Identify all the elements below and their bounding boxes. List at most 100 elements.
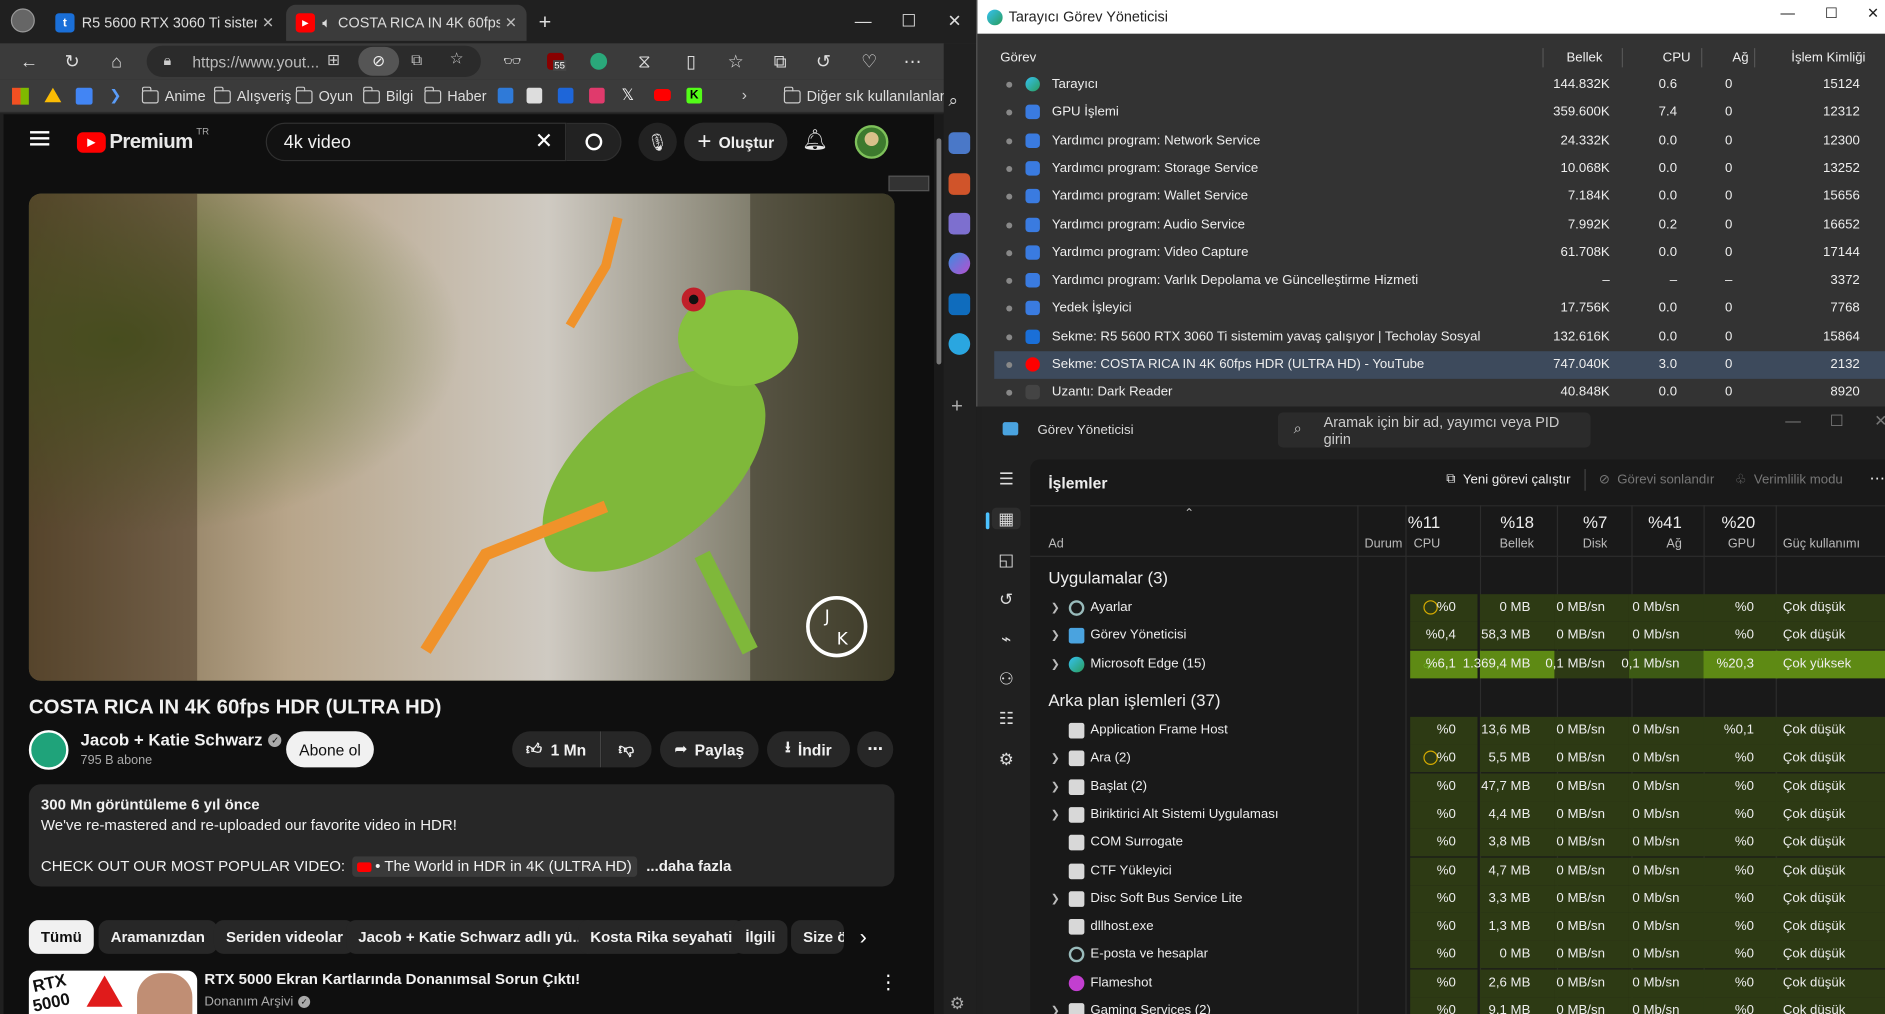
- process-row[interactable]: ❯ Disc Soft Bus Service Lite %0 3,3 MB 0 MB/…: [1030, 885, 1885, 913]
- sidebar-settings-icon[interactable]: ⚙︎: [950, 994, 965, 1014]
- create-button[interactable]: + Oluştur: [684, 122, 788, 162]
- col-network[interactable]: Ağ: [1610, 536, 1681, 550]
- process-row[interactable]: Application Frame Host %0 13,6 MB 0 MB/sn 0 …: [1030, 716, 1885, 745]
- video-player[interactable]: J K: [28, 193, 895, 681]
- favorite-folder-haber[interactable]: Haber: [423, 85, 487, 107]
- col-disk[interactable]: Disk: [1535, 536, 1608, 550]
- rec-menu-icon[interactable]: ⋮: [879, 971, 898, 995]
- drive-icon[interactable]: [44, 87, 62, 103]
- bookmark-icon-2[interactable]: [526, 87, 543, 104]
- btm-process-row[interactable]: Yardımcı program: Wallet Service 7.184K 0.…: [994, 183, 1885, 211]
- expand-chevron-icon[interactable]: ❯: [1051, 780, 1060, 793]
- expand-chevron-icon[interactable]: ❯: [1051, 752, 1060, 765]
- btm-process-row[interactable]: Sekme: R5 5600 RTX 3060 Ti sistemim yava…: [994, 323, 1885, 351]
- address-bar[interactable]: 🔒︎ https://www.yout... ⊞ ⊘ ⧉ ☆: [146, 45, 481, 77]
- col-network[interactable]: Ağ: [1732, 51, 1748, 65]
- tm-maximize-icon[interactable]: ☐: [1830, 411, 1844, 430]
- btm-process-row[interactable]: Yardımcı program: Network Service 24.332K…: [994, 127, 1885, 155]
- favorite-star-icon[interactable]: ☆: [450, 49, 464, 68]
- telegram-icon[interactable]: [948, 333, 971, 355]
- profile-avatar[interactable]: [10, 8, 35, 33]
- bookmark-icon-1[interactable]: [497, 87, 514, 104]
- chip-from-search[interactable]: Aramanızdan: [98, 920, 217, 954]
- chip-channel[interactable]: Jacob + Katie Schwarz adlı yü...: [346, 920, 598, 954]
- page-scrollbar[interactable]: [934, 114, 944, 1014]
- col-gpu-percent[interactable]: %20: [1683, 512, 1756, 531]
- process-row[interactable]: ❯ Ara (2) %0 5,5 MB 0 MB/sn 0 Mb/sn %0 Çok düşü…: [1030, 744, 1885, 773]
- rec-thumbnail[interactable]: RTX 5000: [28, 970, 198, 1014]
- extension-green-icon[interactable]: [584, 48, 613, 74]
- description-box[interactable]: 300 Mn görüntüleme 6 yıl önce We've re-m…: [28, 784, 895, 887]
- outlook-icon[interactable]: [948, 293, 971, 316]
- speaker-icon[interactable]: 🔈︎: [322, 14, 331, 32]
- nav-startup-icon[interactable]: ⌁: [995, 628, 1017, 650]
- other-favorites-folder[interactable]: Diğer sık kullanılanlar: [783, 85, 945, 107]
- nav-performance-icon[interactable]: ◱: [995, 548, 1017, 570]
- channel-avatar[interactable]: [28, 730, 69, 770]
- group-apps[interactable]: Uygulamalar (3): [1048, 568, 1168, 587]
- btm-process-row[interactable]: Yardımcı program: Video Capture 61.708K 0.…: [994, 239, 1885, 267]
- group-background[interactable]: Arka plan işlemleri (37): [1048, 690, 1220, 709]
- expand-chevron-icon[interactable]: ❯: [1051, 657, 1060, 670]
- tab-youtube[interactable]: ▶ 🔈︎ COSTA RICA IN 4K 60fps HDR ✕: [286, 4, 527, 41]
- voice-search-button[interactable]: 🎙︎: [638, 122, 677, 162]
- col-disk-percent[interactable]: %7: [1535, 512, 1607, 531]
- windows-icon[interactable]: [12, 87, 29, 105]
- process-row[interactable]: ❯ Microsoft Edge (15) ♧ %6,1 1.369,4 MB 0,1 M…: [1030, 650, 1885, 678]
- channel-name[interactable]: Jacob + Katie Schwarz ✓: [81, 730, 282, 749]
- chip-all[interactable]: Tümü: [28, 920, 94, 954]
- rec-title[interactable]: RTX 5000 Ekran Kartlarında Donanımsal So…: [204, 971, 580, 988]
- col-gpu[interactable]: GPU: [1683, 536, 1755, 550]
- tm-search-input[interactable]: ⌕ Aramak için bir ad, yayımcı veya PID g…: [1277, 412, 1591, 448]
- nav-users-icon[interactable]: ⚇: [995, 668, 1017, 690]
- col-memory-percent[interactable]: %18: [1462, 512, 1534, 531]
- maximize-icon[interactable]: ☐: [885, 0, 933, 41]
- tm-close-icon[interactable]: ✕: [1874, 411, 1885, 430]
- col-pid[interactable]: İşlem Kimliği: [1791, 51, 1865, 65]
- youtube-bookmark-icon[interactable]: [653, 89, 671, 102]
- home-icon[interactable]: ⌂: [102, 48, 131, 74]
- col-memory[interactable]: Bellek: [1566, 51, 1602, 65]
- expand-chevron-icon[interactable]: ❯: [1051, 892, 1060, 905]
- col-memory[interactable]: Bellek: [1462, 536, 1534, 550]
- favorite-folder-alisveris[interactable]: Alışveriş: [213, 85, 291, 107]
- favorite-folder-bilgi[interactable]: Bilgi: [362, 85, 413, 107]
- process-row[interactable]: ❯ Gaming Services (2) %0 9,1 MB 0 MB/sn 0 Mb/…: [1030, 997, 1885, 1014]
- end-task-button[interactable]: ⊘ Görevi sonlandır: [1599, 471, 1714, 487]
- process-row[interactable]: ❯ Ayarlar %0 0 MB 0 MB/sn 0 Mb/sn %0 Çok düşük: [1030, 594, 1885, 622]
- dark-reader-icon[interactable]: 👓︎: [498, 48, 527, 74]
- btm-process-row[interactable]: Yardımcı program: Storage Service 10.068K…: [994, 155, 1885, 183]
- tracking-prevention-icon[interactable]: ⊘: [358, 46, 400, 76]
- new-tab-icon[interactable]: +: [539, 10, 552, 35]
- ublock-icon[interactable]: 55: [541, 48, 570, 74]
- col-network-percent[interactable]: %41: [1610, 512, 1682, 531]
- more-link[interactable]: ...daha fazla: [646, 856, 731, 876]
- bookmark-icon-3[interactable]: [557, 87, 574, 104]
- notifications-bell-icon[interactable]: 🔔︎: [802, 129, 828, 153]
- account-avatar[interactable]: [854, 125, 889, 159]
- search-sidebar-icon[interactable]: ⌕: [949, 90, 958, 110]
- btm-close-icon[interactable]: ✕: [1867, 5, 1879, 22]
- run-new-task-button[interactable]: ⧉ Yeni görevi çalıştır: [1446, 471, 1570, 487]
- kick-icon[interactable]: K: [686, 87, 703, 104]
- btm-process-row[interactable]: Yardımcı program: Audio Service 7.992K 0.2…: [994, 211, 1885, 239]
- tab-techolay[interactable]: t R5 5600 RTX 3060 Ti sistemim yav ✕: [46, 5, 284, 41]
- split-screen-icon[interactable]: ▯: [677, 48, 706, 74]
- nav-menu-icon[interactable]: ☰: [995, 468, 1017, 490]
- process-row[interactable]: ❯ Görev Yöneticisi %0,4 58,3 MB 0 MB/sn 0 Mb/…: [1030, 622, 1885, 650]
- grid-icon[interactable]: ⊞: [327, 51, 340, 70]
- close-tab-icon[interactable]: ✕: [262, 14, 274, 31]
- process-row[interactable]: dllhost.exe %0 1,3 MB 0 MB/sn 0 Mb/sn %0 Çok d…: [1030, 913, 1885, 941]
- close-tab-icon[interactable]: ✕: [505, 14, 517, 31]
- chip-for-you[interactable]: Size ö: [791, 920, 844, 954]
- chevron-right-icon[interactable]: ›: [742, 85, 747, 103]
- translate-icon[interactable]: [75, 87, 93, 105]
- more-actions-button[interactable]: ⋯: [857, 731, 894, 768]
- nav-processes-icon[interactable]: ▦: [991, 507, 1021, 530]
- tm-minimize-icon[interactable]: —: [1785, 411, 1801, 429]
- youtube-search-input[interactable]: 4k video ✕: [265, 122, 567, 162]
- bookmark-icon-4[interactable]: [589, 87, 605, 104]
- toolbox-icon[interactable]: [948, 173, 971, 195]
- chips-next-icon[interactable]: ›: [860, 925, 867, 950]
- copilot-icon[interactable]: [948, 252, 971, 275]
